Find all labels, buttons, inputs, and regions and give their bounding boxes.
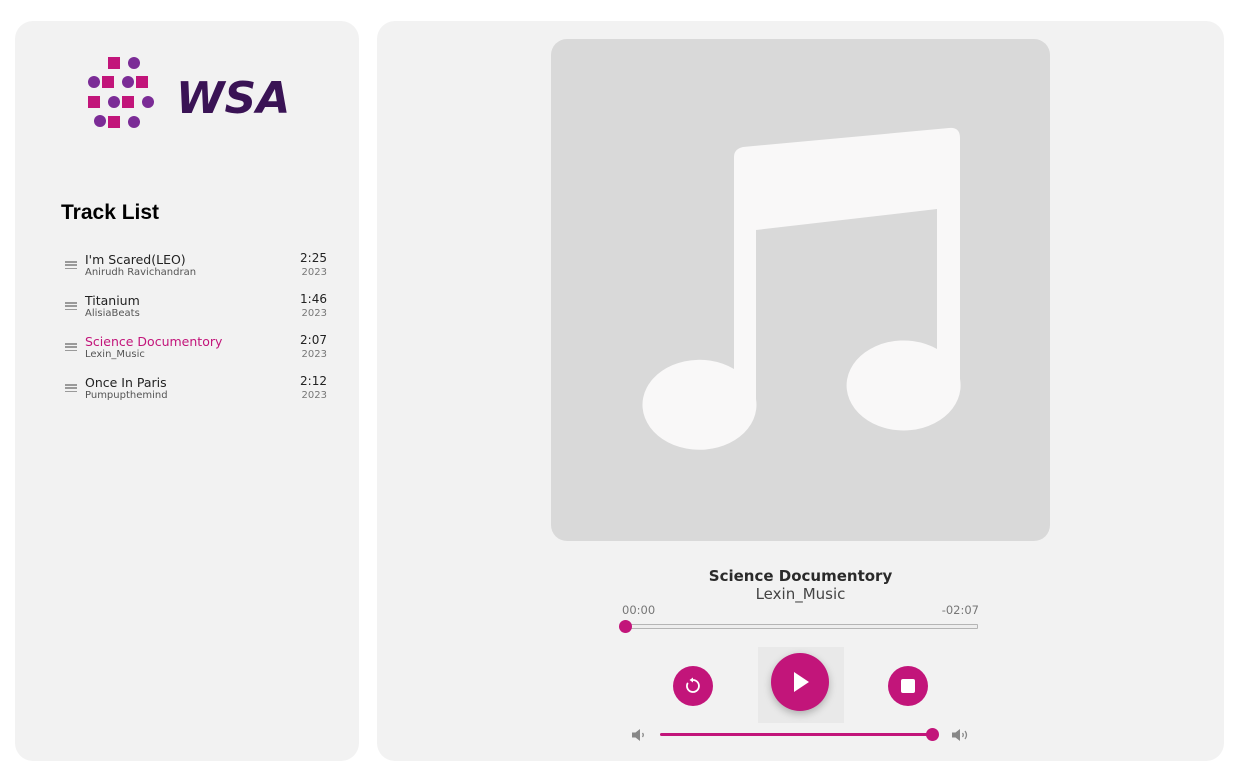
track-artist: AlisiaBeats	[85, 308, 140, 319]
progress-slider[interactable]	[619, 620, 978, 633]
track-list-heading: Track List	[61, 201, 160, 224]
track-year: 2023	[301, 349, 327, 360]
sidebar: WSA Track List I'm Scared(LEO) Anirudh R…	[15, 21, 359, 761]
volume-high-icon[interactable]	[951, 728, 970, 742]
track-artist: Pumpupthemind	[85, 390, 168, 401]
track-year: 2023	[301, 267, 327, 278]
volume-slider[interactable]	[660, 728, 939, 741]
now-playing-title: Science Documentory	[708, 567, 893, 585]
time-elapsed: 00:00	[622, 603, 656, 617]
now-playing-artist: Lexin_Music	[755, 585, 846, 603]
track-title: I'm Scared(LEO)	[85, 252, 186, 267]
track-duration: 2:07	[300, 333, 327, 347]
track-year: 2023	[301, 308, 327, 319]
track-duration: 2:12	[300, 374, 327, 388]
time-remaining: -02:07	[941, 603, 979, 617]
drag-handle-icon[interactable]	[65, 302, 77, 310]
track-item-active[interactable]: Science Documentory Lexin_Music 2:07 202…	[65, 333, 329, 374]
replay-button[interactable]	[673, 666, 713, 706]
track-title: Science Documentory	[85, 334, 223, 349]
stop-button[interactable]	[888, 666, 928, 706]
track-item[interactable]: I'm Scared(LEO) Anirudh Ravichandran 2:2…	[65, 251, 329, 292]
track-list: I'm Scared(LEO) Anirudh Ravichandran 2:2…	[65, 251, 329, 415]
track-title: Once In Paris	[85, 375, 167, 390]
album-art	[551, 39, 1050, 541]
music-note-icon	[642, 127, 961, 450]
track-duration: 2:25	[300, 251, 327, 265]
track-title: Titanium	[85, 293, 140, 308]
volume-knob[interactable]	[926, 728, 939, 741]
player-panel: Science Documentory Lexin_Music 00:00 -0…	[377, 21, 1224, 761]
replay-icon	[686, 677, 700, 693]
track-year: 2023	[301, 390, 327, 401]
volume-low-icon[interactable]	[631, 728, 647, 742]
track-item[interactable]: Titanium AlisiaBeats 1:46 2023	[65, 292, 329, 333]
play-button[interactable]	[771, 653, 829, 711]
drag-handle-icon[interactable]	[65, 261, 77, 269]
progress-knob[interactable]	[619, 620, 632, 633]
drag-handle-icon[interactable]	[65, 343, 77, 351]
stop-icon	[901, 679, 915, 693]
track-artist: Lexin_Music	[85, 349, 145, 360]
wsa-logo: WSA	[87, 55, 307, 135]
track-artist: Anirudh Ravichandran	[85, 267, 197, 278]
track-duration: 1:46	[300, 292, 327, 306]
logo-text: WSA	[176, 73, 290, 124]
track-item[interactable]: Once In Paris Pumpupthemind 2:12 2023	[65, 374, 329, 415]
drag-handle-icon[interactable]	[65, 384, 77, 392]
play-icon	[794, 672, 809, 692]
